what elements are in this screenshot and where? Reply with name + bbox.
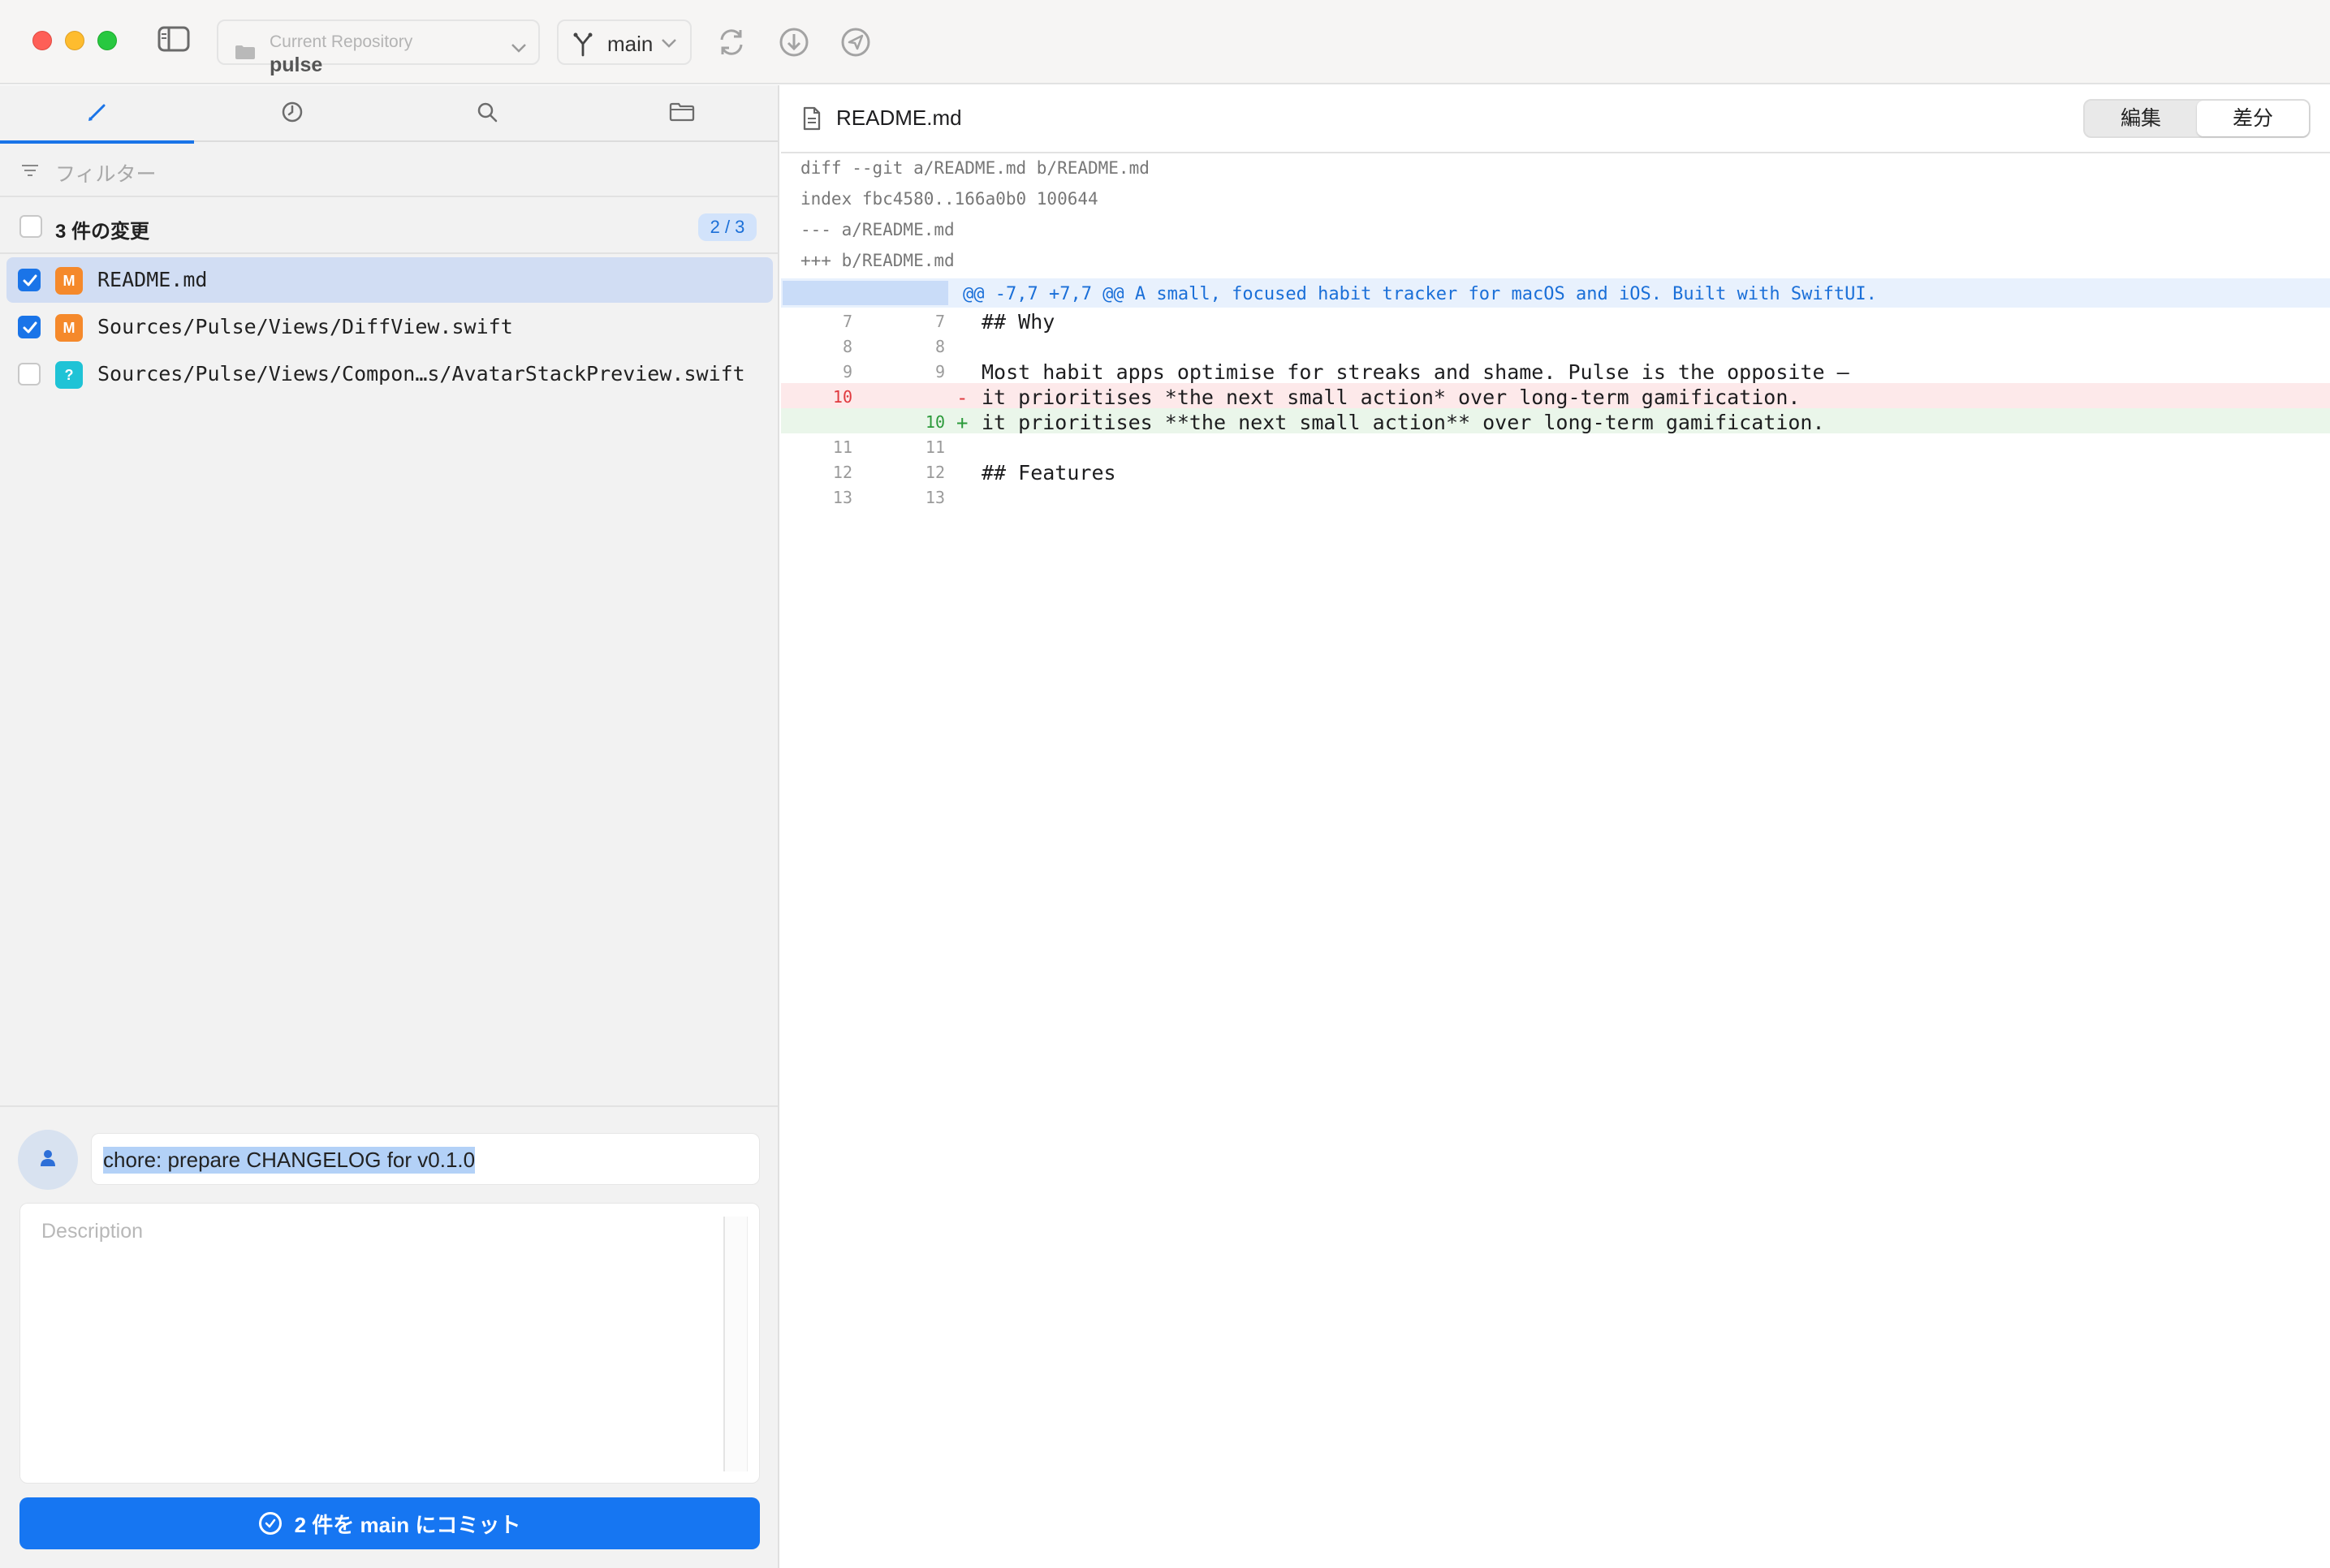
- modified-status-icon: M: [55, 314, 83, 342]
- push-icon[interactable]: [839, 26, 872, 58]
- diff-line-text: it prioritises *the next small action* o…: [982, 386, 1801, 409]
- new-line-number: 9: [934, 362, 945, 381]
- clock-icon: [281, 101, 304, 127]
- old-line-number: 9: [842, 362, 852, 381]
- tab-files[interactable]: [585, 85, 779, 142]
- folder-icon: [669, 101, 695, 127]
- commit-description-input[interactable]: Description: [19, 1203, 760, 1484]
- new-line-number: 8: [934, 337, 945, 356]
- search-icon: [476, 101, 498, 127]
- sidebar-toggle-icon[interactable]: [157, 26, 190, 52]
- pencil-icon: [86, 101, 109, 127]
- file-path: README.md: [97, 268, 208, 291]
- diff-line-addition: 10 + it prioritises **the next small act…: [781, 408, 2330, 434]
- commit-summary-text: chore: prepare CHANGELOG for v0.1.0: [103, 1147, 476, 1174]
- branch-icon: [572, 32, 594, 61]
- hunk-header: @@ -7,7 +7,7 @@ A small, focused habit t…: [781, 278, 2330, 308]
- diff-panel: README.md 編集 差分 diff --git a/README.md b…: [781, 85, 2330, 1568]
- diff-mode-button[interactable]: 差分: [2197, 101, 2309, 136]
- view-mode-toggle: 編集 差分: [2083, 99, 2311, 138]
- file-row-readme[interactable]: M README.md: [6, 257, 773, 303]
- checkmark-circle-icon: [258, 1512, 282, 1535]
- diff-line: 13 13: [781, 484, 2330, 509]
- diff-line-text: ## Features: [982, 461, 1116, 485]
- new-line-number: 10: [925, 412, 945, 432]
- diff-sign: +: [956, 411, 969, 434]
- filter-field[interactable]: フィルター: [0, 144, 778, 197]
- diff-meta-line: +++ b/README.md: [800, 251, 955, 270]
- file-row-avatarstack[interactable]: ? Sources/Pulse/Views/Compon…s/AvatarSta…: [6, 351, 773, 397]
- diff-line: 8 8: [781, 333, 2330, 358]
- diff-line-text: ## Why: [982, 310, 1055, 334]
- new-line-number: 11: [925, 437, 945, 457]
- diff-line: 7 7 ## Why: [781, 308, 2330, 334]
- new-line-number: 13: [925, 488, 945, 507]
- diff-sign: -: [956, 386, 969, 409]
- person-icon: [39, 1148, 57, 1172]
- untracked-status-icon: ?: [55, 361, 83, 389]
- diff-line-text: it prioritises **the next small action**…: [982, 411, 1825, 434]
- changes-title: 3 件の変更: [55, 221, 150, 243]
- hunk-header-text: @@ -7,7 +7,7 @@ A small, focused habit t…: [963, 284, 1877, 304]
- commit-summary-input[interactable]: chore: prepare CHANGELOG for v0.1.0: [91, 1133, 760, 1185]
- new-line-number: 7: [934, 312, 945, 331]
- diff-line: 9 9 Most habit apps optimise for streaks…: [781, 358, 2330, 384]
- branch-selector[interactable]: main: [557, 19, 692, 65]
- old-line-number: 12: [832, 463, 852, 482]
- repository-name: pulse: [270, 54, 323, 76]
- sidebar: フィルター 3 件の変更 2 / 3 M README.md M Sources…: [0, 85, 779, 1568]
- file-path: Sources/Pulse/Views/DiffView.swift: [97, 315, 513, 338]
- sidebar-tabs: [0, 85, 779, 144]
- diff-file-name: README.md: [836, 106, 962, 130]
- changes-header: 3 件の変更 2 / 3: [0, 199, 778, 254]
- tab-history[interactable]: [195, 85, 389, 142]
- tab-search[interactable]: [390, 85, 584, 142]
- old-line-number: 11: [832, 437, 852, 457]
- edit-mode-button[interactable]: 編集: [2085, 101, 2197, 136]
- zoom-window-button[interactable]: [97, 31, 117, 50]
- hunk-gutter: [783, 281, 948, 305]
- repository-selector[interactable]: Current Repository pulse: [217, 19, 540, 76]
- sync-icon[interactable]: [715, 26, 748, 58]
- chevron-down-icon: [661, 37, 677, 52]
- old-line-number: 13: [832, 488, 852, 507]
- chevron-down-icon: [511, 42, 527, 57]
- filter-icon: [21, 163, 39, 182]
- description-placeholder: Description: [41, 1220, 144, 1243]
- select-all-checkbox[interactable]: [19, 215, 42, 238]
- close-window-button[interactable]: [32, 31, 52, 50]
- document-icon: [802, 106, 822, 135]
- filter-placeholder: フィルター: [55, 163, 157, 186]
- diff-line-text: Most habit apps optimise for streaks and…: [982, 360, 1849, 384]
- diff-line: 12 12 ## Features: [781, 459, 2330, 485]
- minimize-window-button[interactable]: [65, 31, 84, 50]
- branch-name: main: [607, 32, 654, 56]
- old-line-number: 10: [832, 387, 852, 407]
- folder-icon: [235, 44, 256, 64]
- repository-label: Current Repository: [270, 32, 413, 51]
- changes-count-badge: 2 / 3: [698, 213, 757, 241]
- modified-status-icon: M: [55, 267, 83, 295]
- description-scrollbar[interactable]: [723, 1217, 748, 1471]
- commit-button-label: 2 件を main にコミット: [294, 1512, 521, 1537]
- old-line-number: 7: [842, 312, 852, 331]
- new-line-number: 12: [925, 463, 945, 482]
- title-bar: Current Repository pulse main: [0, 0, 2330, 84]
- old-line-number: 8: [842, 337, 852, 356]
- pull-icon[interactable]: [778, 26, 810, 58]
- diff-meta-line: --- a/README.md: [800, 220, 955, 239]
- diff-line-deletion: 10 - it prioritises *the next small acti…: [781, 383, 2330, 409]
- diff-meta-line: diff --git a/README.md b/README.md: [800, 158, 1150, 178]
- file-checkbox[interactable]: [18, 363, 41, 386]
- diff-header: README.md 編集 差分: [781, 85, 2330, 153]
- diff-meta-line: index fbc4580..166a0b0 100644: [800, 189, 1098, 209]
- file-checkbox[interactable]: [18, 269, 41, 291]
- diff-line: 11 11: [781, 433, 2330, 459]
- file-checkbox[interactable]: [18, 316, 41, 338]
- commit-button[interactable]: 2 件を main にコミット: [19, 1497, 760, 1549]
- avatar[interactable]: [18, 1130, 78, 1190]
- file-row-diffview[interactable]: M Sources/Pulse/Views/DiffView.swift: [6, 304, 773, 350]
- file-path: Sources/Pulse/Views/Compon…s/AvatarStack…: [97, 362, 745, 386]
- tab-changes[interactable]: [0, 85, 194, 144]
